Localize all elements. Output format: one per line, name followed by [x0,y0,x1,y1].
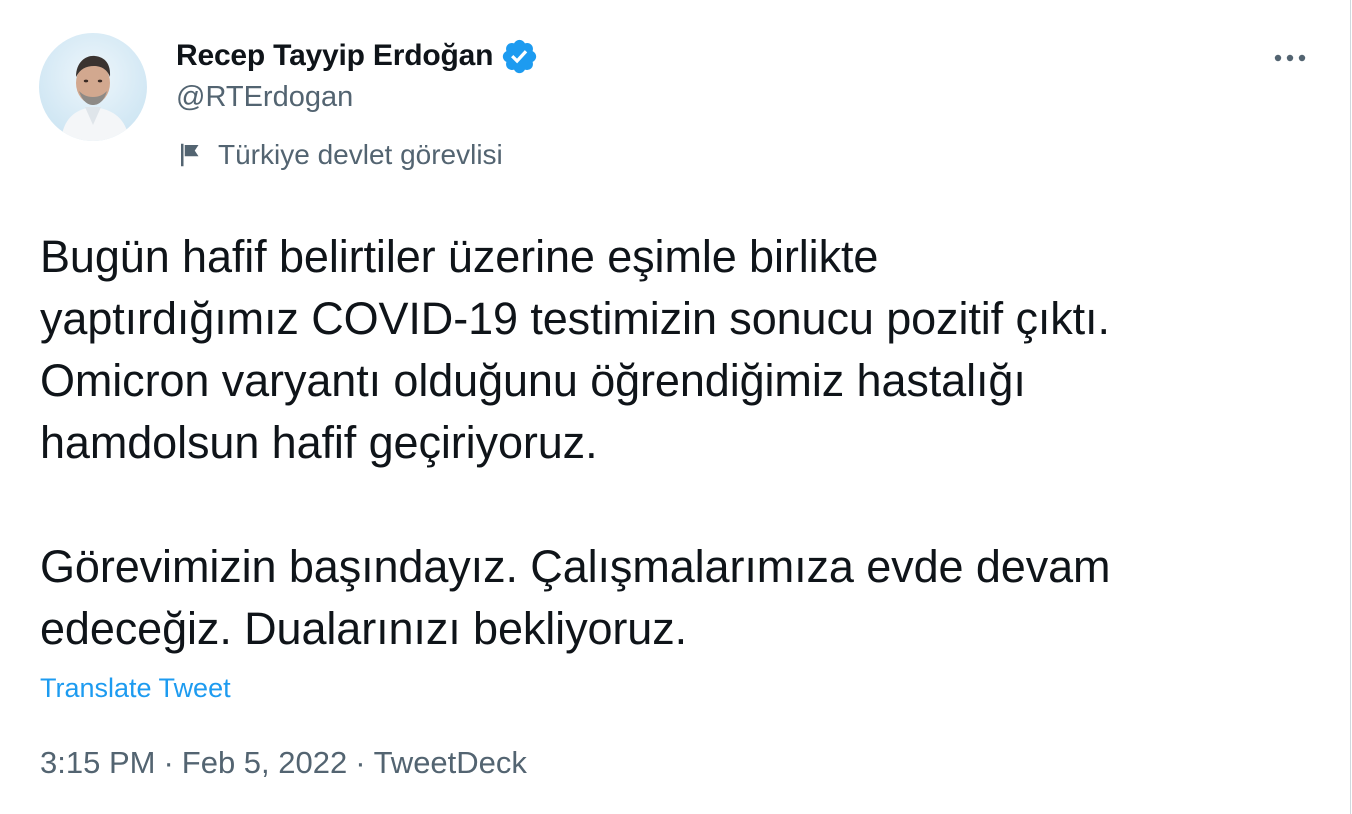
flag-icon [176,140,206,170]
more-options-button[interactable] [1266,40,1314,76]
affiliation-label-row: Türkiye devlet görevlisi [176,136,503,174]
meta-separator: · [355,745,366,780]
tweet-text: Bugün hafif belirtiler üzerine eşimle bi… [40,226,1320,660]
more-horizontal-icon [1274,54,1306,62]
tweet-card: Recep Tayyip Erdoğan @RTErdogan Türkiye … [0,0,1351,814]
avatar[interactable] [39,33,147,141]
affiliation-label: Türkiye devlet görevlisi [218,139,503,170]
translate-tweet-link[interactable]: Translate Tweet [40,673,231,704]
tweet-paragraph: Görevimizin başındayız. Çalışmalarımıza … [40,541,1111,654]
tweet-time[interactable]: 3:15 PM [40,745,155,780]
author-handle[interactable]: @RTErdogan [176,81,353,114]
meta-separator: · [163,745,174,780]
tweet-metadata: 3:15 PM · Feb 5, 2022 · TweetDeck [40,745,527,781]
author-display-name[interactable]: Recep Tayyip Erdoğan [176,39,493,73]
tweet-paragraph: Bugün hafif belirtiler üzerine eşimle bi… [40,231,1110,468]
avatar-image [39,33,147,141]
tweet-source[interactable]: TweetDeck [374,745,527,780]
verified-badge-icon [500,37,539,76]
tweet-date[interactable]: Feb 5, 2022 [182,745,347,780]
author-name-row: Recep Tayyip Erdoğan [176,36,539,76]
